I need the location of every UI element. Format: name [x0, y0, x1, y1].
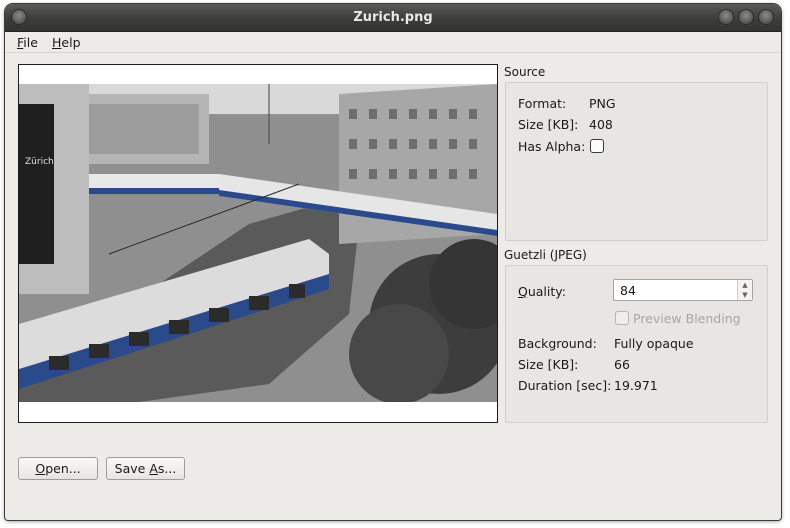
save-as-button[interactable]: Save As...: [106, 457, 185, 480]
format-label: Format:: [518, 96, 567, 111]
title-bar[interactable]: Zurich.png: [5, 4, 781, 32]
photo-graphic: Zürich: [19, 84, 497, 402]
source-size-value: 408: [589, 117, 613, 132]
has-alpha-label: Has Alpha:: [518, 139, 586, 154]
has-alpha-checkbox[interactable]: [590, 139, 604, 153]
quality-spinbox[interactable]: 84 ▲ ▼: [613, 279, 753, 301]
background-value: Fully opaque: [614, 336, 694, 351]
menu-file[interactable]: File: [17, 35, 38, 50]
close-icon[interactable]: [758, 9, 774, 25]
spin-up-icon[interactable]: ▲: [738, 280, 752, 290]
maximize-icon[interactable]: [738, 9, 754, 25]
background-label: Background:: [518, 336, 597, 351]
jpeg-size-label: Size [KB]:: [518, 357, 579, 372]
preview-blending-checkbox[interactable]: [615, 311, 629, 325]
menu-file-label: ile: [23, 35, 38, 50]
window-title: Zurich.png: [353, 10, 433, 25]
source-size-label: Size [KB]:: [518, 117, 579, 132]
save-as-button-label-rest: s...: [157, 461, 177, 476]
preview-blending-label: Preview Blending: [633, 311, 741, 326]
quality-label: Quality:: [518, 284, 566, 299]
svg-text:Zürich: Zürich: [25, 157, 54, 167]
menu-bar: File Help: [5, 32, 781, 53]
duration-value: 19.971: [614, 378, 658, 393]
menu-help-label: elp: [61, 35, 81, 50]
jpeg-size-value: 66: [614, 357, 630, 372]
image-preview[interactable]: Zürich: [18, 64, 498, 423]
open-button-mnemonic: O: [35, 461, 46, 476]
duration-label: Duration [sec]:: [518, 378, 612, 393]
guetzli-section-title: Guetzli (JPEG): [504, 248, 587, 262]
save-as-button-label: Save: [114, 461, 150, 476]
minimize-icon[interactable]: [718, 9, 734, 25]
quality-spin-arrows[interactable]: ▲ ▼: [737, 280, 752, 300]
app-window: Zurich.png File Help Zürich Source Forma…: [5, 4, 781, 520]
open-button[interactable]: Open...: [18, 457, 98, 480]
save-as-button-mnemonic: A: [149, 461, 158, 476]
menu-help-mnemonic: H: [52, 35, 62, 50]
source-section-title: Source: [504, 65, 546, 79]
format-value: PNG: [589, 96, 616, 111]
open-button-label: pen...: [45, 461, 81, 476]
menu-help[interactable]: Help: [52, 35, 81, 50]
zurich-photo: Zürich: [19, 84, 497, 402]
quality-value[interactable]: 84: [620, 283, 636, 298]
spin-down-icon[interactable]: ▼: [738, 290, 752, 300]
